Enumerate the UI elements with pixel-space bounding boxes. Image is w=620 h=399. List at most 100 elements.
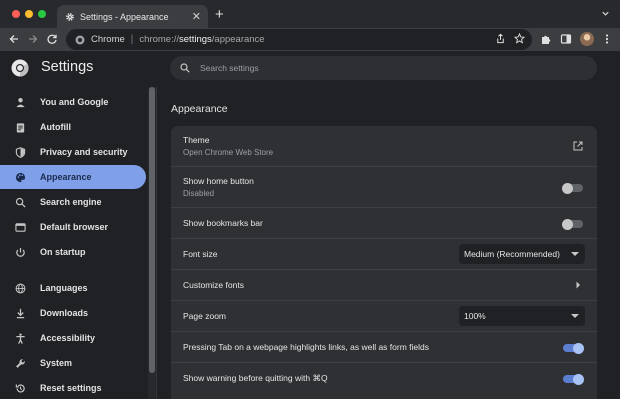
bookmarks-bar-row: Show bookmarks bar (171, 208, 597, 239)
browser-icon (15, 222, 26, 232)
search-icon (180, 63, 190, 73)
sidebar-item-label: Accessibility (40, 333, 96, 343)
toggle-knob (562, 218, 573, 230)
url-path: /appearance (211, 34, 265, 45)
home-button-row: Show home button Disabled (171, 167, 597, 208)
bookmarks-bar-toggle[interactable] (562, 218, 583, 230)
sidebar-scrollbar-thumb[interactable] (149, 87, 155, 373)
search-input[interactable] (200, 63, 580, 73)
sidebar-item-label: Downloads (40, 308, 89, 318)
home-button-toggle[interactable] (562, 182, 583, 194)
sidebar-item-system[interactable]: System (0, 351, 146, 375)
page-title: Settings (41, 59, 94, 75)
quit-warning-toggle[interactable] (563, 373, 584, 385)
page-zoom-label: Page zoom (183, 311, 226, 321)
side-panel-icon[interactable] (560, 33, 572, 45)
font-size-row: Font size Medium (Recommended) (171, 239, 597, 270)
browser-toolbar: Chrome | chrome://settings/appearance (0, 28, 620, 51)
sidebar-item-label: Privacy and security (40, 147, 128, 157)
toggle-knob (573, 342, 584, 354)
tab-settings[interactable]: Settings - Appearance ✕ (57, 5, 208, 28)
site-name: Chrome (91, 34, 125, 45)
share-icon[interactable] (495, 33, 506, 44)
section-title: Appearance (171, 103, 228, 115)
settings-search[interactable] (170, 56, 597, 80)
dropdown-caret-icon (571, 314, 579, 318)
sidebar-item-label: On startup (40, 247, 86, 257)
settings-sidebar: You and Google Autofill Privacy and secu… (0, 88, 148, 399)
sidebar-item-label: Autofill (40, 122, 71, 132)
sidebar-item-search-engine[interactable]: Search engine (0, 190, 146, 214)
chrome-site-icon (75, 35, 85, 44)
palette-icon (15, 172, 26, 182)
sidebar-item-languages[interactable]: Languages (0, 276, 146, 300)
globe-icon (15, 283, 26, 293)
accessibility-icon (16, 332, 25, 344)
theme-row[interactable]: Theme Open Chrome Web Store (171, 126, 597, 167)
sidebar-item-label: You and Google (40, 97, 109, 107)
theme-sublabel: Open Chrome Web Store (183, 148, 274, 157)
font-size-select[interactable]: Medium (Recommended) (459, 244, 585, 264)
reload-icon[interactable] (46, 33, 58, 45)
profile-avatar[interactable] (580, 32, 594, 46)
bookmarks-bar-label: Show bookmarks bar (183, 218, 263, 228)
back-arrow-icon[interactable] (8, 33, 20, 45)
address-bar[interactable]: Chrome | chrome://settings/appearance (66, 29, 532, 50)
sidebar-item-label: Appearance (40, 172, 92, 182)
sidebar-divider (156, 87, 157, 399)
dropdown-caret-icon (571, 252, 579, 256)
download-icon (16, 308, 25, 318)
minimize-window-button[interactable] (25, 10, 33, 18)
customize-fonts-row[interactable]: Customize fonts (171, 270, 597, 301)
tab-highlights-toggle[interactable] (563, 342, 584, 354)
toggle-knob (562, 182, 573, 194)
reset-icon (15, 383, 25, 393)
forward-arrow-icon[interactable] (27, 33, 39, 45)
sidebar-item-label: Default browser (40, 222, 109, 232)
page-zoom-select[interactable]: 100% (459, 306, 585, 326)
person-icon (16, 97, 25, 107)
sidebar-item-appearance[interactable]: Appearance (0, 165, 146, 189)
sidebar-item-label: Languages (40, 283, 88, 293)
home-button-label: Show home button (183, 176, 254, 186)
extensions-puzzle-icon[interactable] (540, 33, 552, 45)
new-tab-button[interactable]: + (215, 6, 224, 23)
font-size-label: Font size (183, 249, 218, 259)
url-scheme: chrome:// (139, 34, 180, 45)
appearance-card: Theme Open Chrome Web Store Show home bu… (171, 126, 597, 399)
sidebar-item-accessibility[interactable]: Accessibility (0, 326, 146, 350)
zoom-window-button[interactable] (38, 10, 46, 18)
chrome-logo-icon (11, 59, 29, 77)
sidebar-item-downloads[interactable]: Downloads (0, 301, 146, 325)
sidebar-item-label: Search engine (40, 197, 102, 207)
tab-close-icon[interactable]: ✕ (192, 10, 201, 23)
power-icon (16, 247, 25, 257)
external-link-icon[interactable] (573, 141, 583, 151)
sidebar-item-default-browser[interactable]: Default browser (0, 215, 146, 239)
chevron-right-icon (576, 281, 580, 289)
sidebar-item-reset-settings[interactable]: Reset settings (0, 376, 146, 399)
more-options-icon[interactable] (601, 33, 613, 45)
toggle-knob (573, 373, 584, 385)
page-zoom-row: Page zoom 100% (171, 301, 597, 332)
close-window-button[interactable] (12, 10, 20, 18)
settings-page: Settings You and Google Autofill Privacy… (0, 51, 620, 399)
title-bar: Settings - Appearance ✕ + (0, 0, 620, 28)
quit-warning-row: Show warning before quitting with ⌘Q (171, 363, 597, 399)
bookmark-star-icon[interactable] (514, 33, 525, 44)
sidebar-item-label: Reset settings (40, 383, 102, 393)
customize-fonts-label: Customize fonts (183, 280, 244, 290)
tab-title: Settings - Appearance (80, 11, 169, 22)
wrench-icon (16, 358, 25, 368)
chevron-down-icon[interactable] (601, 9, 610, 18)
sidebar-item-autofill[interactable]: Autofill (0, 115, 146, 139)
sidebar-item-you-and-google[interactable]: You and Google (0, 90, 146, 114)
theme-label: Theme (183, 135, 210, 145)
settings-header: Settings (0, 51, 620, 84)
home-button-sublabel: Disabled (183, 189, 215, 198)
page-zoom-value: 100% (464, 311, 486, 321)
sidebar-item-privacy-and-security[interactable]: Privacy and security (0, 140, 146, 164)
sidebar-item-on-startup[interactable]: On startup (0, 240, 146, 264)
sidebar-item-label: System (40, 358, 73, 368)
url-host: settings (179, 34, 212, 45)
